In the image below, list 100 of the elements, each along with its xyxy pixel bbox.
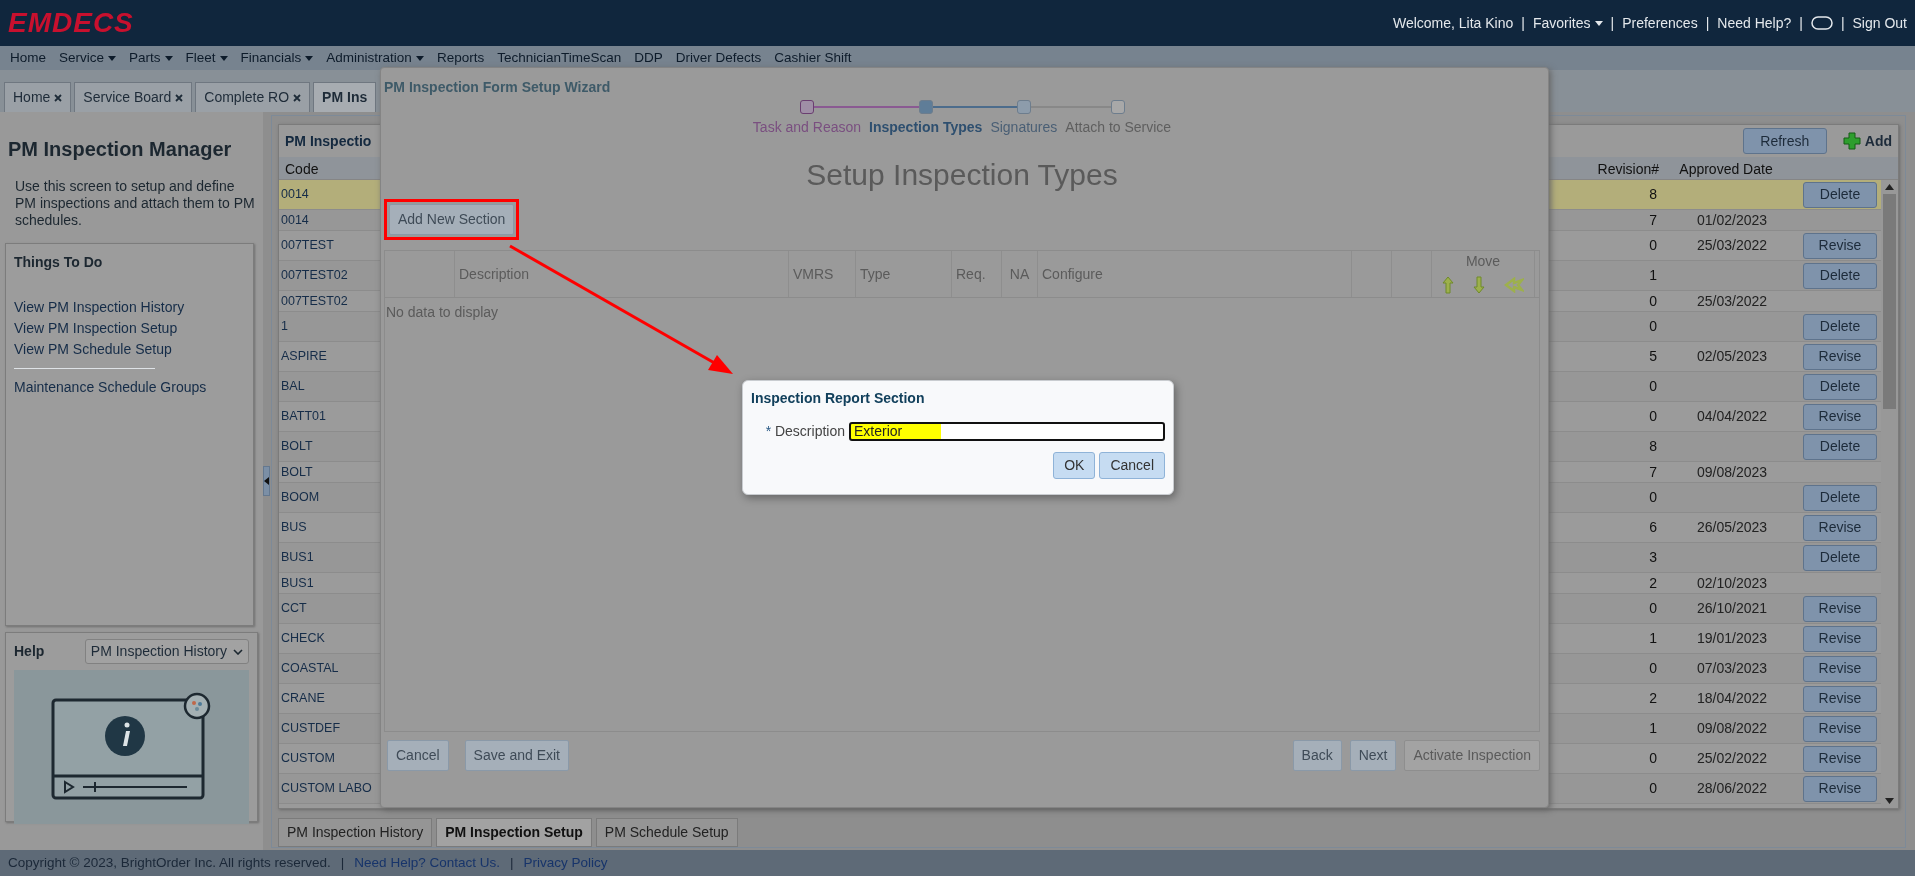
dialog-button[interactable]: OK [1053, 452, 1096, 479]
todo-link[interactable]: View PM Inspection Setup [14, 320, 178, 336]
row-action-button[interactable]: Delete [1803, 373, 1877, 400]
row-action-button[interactable]: Delete [1803, 544, 1877, 571]
date-cell-text: 26/05/2023 [1696, 518, 1768, 537]
add-link[interactable]: Add [1842, 130, 1892, 152]
menu-item[interactable]: Service [59, 47, 117, 69]
menu-item[interactable]: Financials [240, 47, 314, 69]
todo-link[interactable]: View PM Inspection History [14, 299, 185, 315]
refresh-button[interactable]: Refresh [1742, 128, 1827, 154]
row-action-button[interactable]: Revise [1803, 625, 1877, 652]
menu-item[interactable]: DDP [634, 47, 663, 69]
code-cell[interactable]: CCT [279, 594, 377, 623]
revision-cell-text: 0 [1648, 292, 1658, 311]
revision-cell-text: 0 [1648, 377, 1658, 396]
code-cell[interactable]: 0014 [279, 180, 377, 209]
row-action-button[interactable]: Delete [1803, 262, 1877, 289]
code-cell[interactable]: 0014 [279, 210, 377, 231]
column-header: Revision# [1596, 160, 1659, 179]
row-action-button[interactable]: Revise [1803, 775, 1877, 802]
header-link[interactable]: Preferences [1622, 12, 1698, 34]
row-action-button[interactable]: Delete [1803, 484, 1877, 511]
row-action-button[interactable]: Delete [1803, 313, 1877, 340]
row-action-button[interactable]: Revise [1803, 403, 1877, 430]
header-link[interactable]: Sign Out [1852, 12, 1907, 34]
code-cell[interactable]: CHECK [279, 624, 377, 653]
row-action-button[interactable]: Revise [1803, 232, 1877, 259]
dialog-title: Inspection Report Section [751, 389, 926, 408]
code-cell[interactable]: CUSTDEF [279, 714, 377, 743]
close-icon[interactable] [54, 93, 63, 102]
code-cell[interactable]: BATT01 [279, 402, 377, 431]
grid-column-header: Req. [952, 251, 1002, 297]
caret-icon [108, 55, 117, 61]
section-heading: Setup Inspection Types [805, 157, 1119, 193]
row-action-button[interactable]: Revise [1803, 595, 1877, 622]
close-icon[interactable] [175, 93, 184, 102]
code-cell[interactable]: BUS1 [279, 543, 377, 572]
bottom-tab[interactable]: PM Inspection History [278, 818, 433, 847]
menu-item[interactable]: Driver Defects [675, 47, 762, 69]
todo-link[interactable]: View PM Schedule Setup [14, 341, 172, 357]
page-tab[interactable]: Complete RO [195, 82, 311, 112]
triangle-left-icon [264, 477, 269, 485]
scrollbar[interactable] [1881, 180, 1898, 808]
close-icon[interactable] [293, 93, 302, 102]
bottom-tab[interactable]: PM Inspection Setup [436, 818, 592, 847]
revision-cell-text: 0 [1648, 599, 1658, 618]
code-cell[interactable]: 007TEST [279, 231, 377, 260]
code-cell[interactable]: BOLT [279, 432, 377, 461]
bottom-tab[interactable]: PM Schedule Setup [595, 818, 738, 847]
todo-link[interactable]: Maintenance Schedule Groups [14, 379, 207, 395]
caret-icon [305, 55, 314, 61]
page-tab[interactable]: Service Board [74, 82, 193, 112]
row-action-button[interactable]: Delete [1803, 433, 1877, 460]
wizard-button[interactable]: Back [1292, 740, 1342, 771]
code-cell[interactable]: COASTAL [279, 654, 377, 683]
dialog-button[interactable]: Cancel [1099, 452, 1165, 479]
date-cell-text: 25/03/2022 [1696, 292, 1768, 311]
panel-title: Help [14, 642, 45, 661]
row-action-button[interactable]: Revise [1803, 655, 1877, 682]
date-cell-text: 01/02/2023 [1696, 211, 1768, 230]
code-cell[interactable]: BUS1 [279, 573, 377, 594]
wizard-button[interactable]: Next [1349, 740, 1397, 771]
menu-item[interactable]: Parts [129, 47, 173, 69]
code-cell[interactable]: BUS [279, 513, 377, 542]
toggle-icon[interactable] [1810, 16, 1833, 30]
revision-cell-text: 2 [1648, 574, 1658, 593]
menu-item[interactable]: Home [10, 47, 46, 69]
description-field[interactable]: Exterior [849, 422, 1165, 441]
code-cell[interactable]: 007TEST02 [279, 261, 377, 290]
row-action-button[interactable]: Delete [1803, 181, 1877, 208]
code-cell[interactable]: CUSTOM [279, 744, 377, 773]
row-action-button[interactable]: Revise [1803, 715, 1877, 742]
wizard-button[interactable]: Save and Exit [464, 740, 569, 771]
menu-item[interactable]: Administration [326, 47, 424, 69]
collapse-handle[interactable] [263, 466, 270, 496]
code-cell[interactable]: ASPIRE [279, 342, 377, 371]
code-cell[interactable]: BOLT [279, 462, 377, 483]
menu-item[interactable]: Reports [436, 47, 485, 69]
header-link[interactable]: Need Help? [1717, 12, 1792, 34]
code-cell[interactable]: BAL [279, 372, 377, 401]
code-cell[interactable]: CUSTOM LABO [279, 774, 377, 803]
row-action-button[interactable]: Revise [1803, 685, 1877, 712]
row-action-button[interactable]: Revise [1803, 514, 1877, 541]
menu-item[interactable]: Fleet [185, 47, 228, 69]
code-cell[interactable]: BOOM [279, 483, 377, 512]
grid-column-header: NA [1002, 251, 1038, 297]
row-action-button[interactable]: Revise [1803, 745, 1877, 772]
help-topic-select[interactable]: PM Inspection History [84, 639, 249, 664]
page-tab[interactable]: PM Ins [313, 82, 377, 112]
wizard-button[interactable]: Cancel [387, 740, 449, 771]
step-label: Attach to Service [1064, 118, 1173, 137]
code-cell[interactable]: 007TEST02 [279, 291, 377, 312]
menu-item[interactable]: Cashier Shift [774, 47, 852, 69]
row-action-button[interactable]: Revise [1803, 343, 1877, 370]
code-cell[interactable]: CRANE [279, 684, 377, 713]
page-tab[interactable]: Home [4, 82, 72, 112]
step-label[interactable]: Inspection Types [865, 114, 987, 138]
code-cell[interactable]: 1 [279, 312, 377, 341]
add-section-button[interactable]: Add New Section [389, 204, 515, 235]
menu-item[interactable]: TechnicianTimeScan [497, 47, 622, 69]
